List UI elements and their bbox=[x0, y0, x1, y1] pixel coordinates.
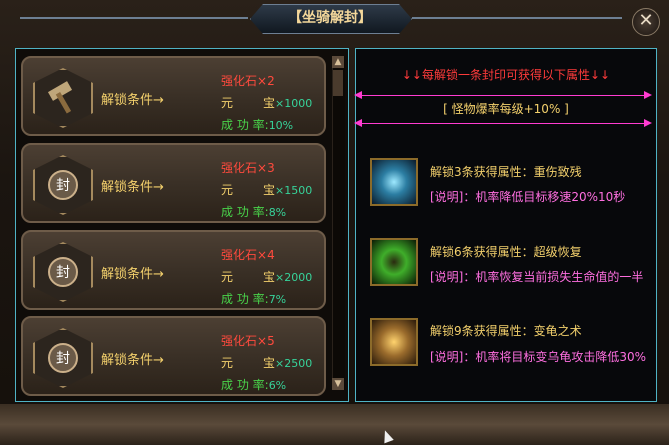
unlock-condition-label: 解锁条件→ bbox=[101, 93, 164, 108]
unlock-card-1[interactable]: 解锁条件→ 强化石×2 元宝×1000 成 功 率:10% bbox=[21, 56, 326, 136]
bonus-title-3: 解锁9条获得属性：变龟之术 bbox=[430, 324, 582, 338]
turtle-icon bbox=[370, 318, 418, 366]
stone-requirement: 强化石×5 bbox=[221, 334, 275, 348]
svg-text:封: 封 bbox=[56, 178, 70, 194]
success-rate: 成 功 率:7% bbox=[221, 292, 287, 306]
yuanbao-requirement: 元宝×2500 bbox=[221, 356, 313, 370]
unlock-card-3[interactable]: 封 解锁条件→ 强化石×4 元宝×2000 成 功 率:7% bbox=[21, 230, 326, 310]
bonus-desc-3: [说明]：机率将目标变乌龟攻击降低30% bbox=[430, 350, 647, 364]
bonus-header: ↓↓每解锁一条封印可获得以下属性↓↓ bbox=[401, 68, 611, 82]
divider-arrow-top bbox=[354, 91, 652, 99]
hammer-icon bbox=[33, 68, 93, 128]
yuanbao-requirement: 元宝×1000 bbox=[221, 96, 313, 110]
scroll-up-button[interactable]: ▲ bbox=[332, 56, 344, 68]
stone-requirement: 强化石×4 bbox=[221, 248, 275, 262]
seal-icon: 封 bbox=[33, 242, 93, 302]
stone-requirement: 强化石×2 bbox=[221, 74, 275, 88]
divider-arrow-bottom bbox=[354, 119, 652, 127]
seal-icon: 封 bbox=[33, 328, 93, 388]
bonus-title-2: 解锁6条获得属性：超级恢复 bbox=[430, 245, 582, 259]
success-rate: 成 功 率:10% bbox=[221, 118, 294, 132]
svg-text:封: 封 bbox=[56, 351, 70, 367]
window-title: 【坐骑解封】 bbox=[288, 10, 372, 26]
seal-icon: 封 bbox=[33, 155, 93, 215]
bonus-desc-2: [说明]：机率恢复当前损失生命值的一半 bbox=[430, 270, 644, 284]
unlock-card-2[interactable]: 封 解锁条件→ 强化石×3 元宝×1500 成 功 率:8% bbox=[21, 143, 326, 223]
stone-requirement: 强化石×3 bbox=[221, 161, 275, 175]
unlock-condition-label: 解锁条件→ bbox=[101, 267, 164, 282]
success-rate: 成 功 率:6% bbox=[221, 378, 287, 392]
scrollbar-track[interactable] bbox=[332, 56, 345, 390]
recovery-icon bbox=[370, 238, 418, 286]
unlock-condition-label: 解锁条件→ bbox=[101, 353, 164, 368]
yuanbao-requirement: 元宝×1500 bbox=[221, 183, 313, 197]
title-line-right bbox=[412, 17, 622, 19]
close-button[interactable]: ✕ bbox=[632, 8, 660, 36]
scrollbar-thumb[interactable] bbox=[333, 70, 343, 96]
monster-drop-rate-attr: [ 怪物爆率每级+10% ] bbox=[443, 102, 569, 116]
yuanbao-requirement: 元宝×2000 bbox=[221, 270, 313, 284]
unlock-card-4[interactable]: 封 解锁条件→ 强化石×5 元宝×2500 成 功 率:6% bbox=[21, 316, 326, 396]
crystal-icon bbox=[370, 158, 418, 206]
unlock-condition-label: 解锁条件→ bbox=[101, 180, 164, 195]
title-line-left bbox=[20, 17, 248, 19]
bottom-scenery bbox=[0, 404, 669, 445]
bonus-desc-1: [说明]：机率降低目标移速20%10秒 bbox=[430, 190, 626, 204]
scroll-down-button[interactable]: ▼ bbox=[332, 378, 344, 390]
svg-text:封: 封 bbox=[56, 265, 70, 281]
bonus-title-1: 解锁3条获得属性：重伤致残 bbox=[430, 165, 582, 179]
success-rate: 成 功 率:8% bbox=[221, 205, 287, 219]
